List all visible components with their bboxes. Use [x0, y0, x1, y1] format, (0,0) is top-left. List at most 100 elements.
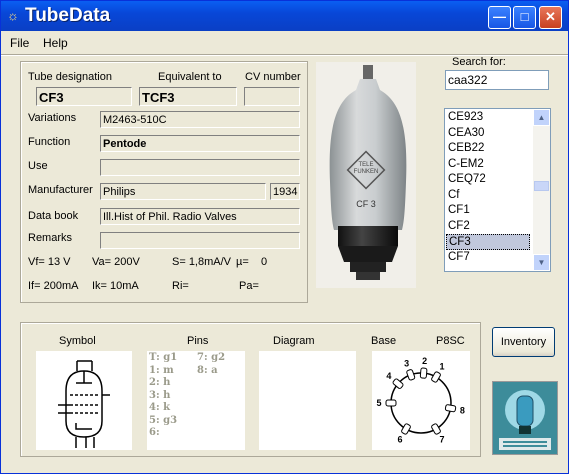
tube-brand-text: TELE: [358, 162, 373, 168]
maximize-icon: □: [520, 9, 529, 24]
pin-entry: 2: h: [149, 377, 171, 388]
remarks-label: Remarks: [28, 232, 73, 244]
close-button[interactable]: ✕: [539, 6, 562, 29]
pin-entry: 6:: [149, 427, 160, 438]
scroll-thumb[interactable]: [534, 181, 549, 191]
list-item[interactable]: CEA30: [446, 126, 530, 142]
list-item[interactable]: Cf: [446, 188, 530, 204]
base-pin-diagram: 1 2 3 4 5 6 7 8: [376, 356, 465, 444]
databook-label: Data book: [28, 210, 79, 222]
search-label: Search for:: [452, 56, 506, 68]
app-logo: [492, 381, 558, 455]
pin-entry: 1: m: [149, 364, 174, 376]
list-item[interactable]: CEB22: [446, 141, 530, 157]
va-value: Va= 200V: [92, 256, 140, 268]
mu-value: 0: [261, 256, 268, 268]
pin-entry: 4: k: [149, 402, 171, 413]
year-field[interactable]: 1934: [270, 183, 300, 200]
list-item[interactable]: CF3: [446, 234, 530, 250]
svg-text:FUNKEN: FUNKEN: [354, 169, 379, 175]
mu-label: µ=: [236, 256, 249, 268]
base-pin-number: 3: [404, 359, 409, 369]
list-item[interactable]: CF1: [446, 203, 530, 219]
variations-field[interactable]: M2463-510C: [100, 111, 300, 128]
bulb-icon: ☼: [7, 8, 19, 23]
cv-number-label: CV number: [245, 71, 301, 83]
menu-bar: File Help: [1, 32, 568, 54]
base-pin: [431, 371, 441, 383]
base-pin-number: 5: [376, 398, 381, 408]
if-value: If= 200mA: [28, 280, 79, 292]
pin-entry: T: g1: [149, 352, 178, 363]
base-panel: 1 2 3 4 5 6 7 8: [372, 351, 470, 450]
list-item[interactable]: CEQ72: [446, 172, 530, 188]
details-group: Tube designation Equivalent to CV number…: [20, 61, 308, 303]
tube-list-items: CE923 CEA30 CEB22 C-EM2 CEQ72 Cf CF1 CF2 CF3 CF7: [446, 110, 530, 265]
title-bar[interactable]: ☼ TubeData — □ ✕: [1, 1, 568, 31]
function-label: Function: [28, 136, 71, 148]
pins-column-1: T: g1 1: m 2: h 3: h 4: k 5: g3 6:: [149, 352, 177, 440]
list-item[interactable]: CF2: [446, 219, 530, 235]
chevron-up-icon: ▲: [537, 113, 546, 122]
s-value: S= 1,8mA/V: [172, 256, 232, 268]
base-pin: [406, 369, 416, 381]
base-pin-number: 4: [386, 371, 391, 381]
tube-list[interactable]: CE923 CEA30 CEB22 C-EM2 CEQ72 Cf CF1 CF2 CF3 CF7 …: [444, 108, 551, 272]
base-pin-number: 2: [422, 356, 427, 366]
bottom-group: Symbol Pins Diagram Base P8SC T: g1 1: m…: [20, 322, 481, 457]
symbol-label: Symbol: [59, 335, 96, 347]
chevron-down-icon: ▼: [537, 258, 546, 267]
scroll-down-button[interactable]: ▼: [533, 254, 550, 271]
pin-entry: 3: h: [149, 389, 171, 401]
window-title: TubeData: [25, 5, 111, 26]
manufacturer-label: Manufacturer: [28, 184, 93, 196]
pa-value: Pa=: [239, 280, 259, 292]
databook-field[interactable]: Ill.Hist of Phil. Radio Valves: [100, 208, 300, 225]
tube-designation-label: Tube designation: [28, 71, 112, 83]
base-pin: [401, 423, 411, 435]
function-field[interactable]: Pentode: [100, 135, 300, 152]
remarks-field[interactable]: [100, 232, 300, 249]
tube-marking: CF 3: [356, 199, 376, 209]
equivalent-label: Equivalent to: [158, 71, 222, 83]
minimize-icon: —: [493, 9, 506, 24]
diagram-panel: [259, 351, 356, 450]
use-field[interactable]: [100, 159, 300, 176]
menu-file[interactable]: File: [10, 36, 29, 50]
equivalent-field[interactable]: TCF3: [139, 87, 237, 106]
vf-value: Vf= 13 V: [28, 256, 71, 268]
base-pin-number: 1: [439, 362, 444, 372]
base-pin: [419, 367, 428, 379]
tube-designation-field[interactable]: CF3: [36, 87, 132, 106]
maximize-button[interactable]: □: [513, 6, 536, 29]
search-input[interactable]: caa322: [445, 70, 549, 90]
main-window: ☼ TubeData — □ ✕ File Help Tube designat…: [0, 0, 569, 474]
base-pin-number: 6: [397, 434, 402, 444]
pin-entry: 5: g3: [149, 414, 178, 426]
base-pin: [444, 404, 457, 413]
menu-help[interactable]: Help: [43, 36, 68, 50]
list-item[interactable]: C-EM2: [446, 157, 530, 173]
ri-value: Ri=: [172, 280, 189, 292]
base-pin: [431, 423, 441, 435]
minimize-button[interactable]: —: [488, 6, 511, 29]
pin-entry: 7: g2: [197, 352, 226, 363]
manufacturer-field[interactable]: Philips: [100, 183, 266, 200]
tube-photo: TELE FUNKEN CF 3: [316, 62, 416, 288]
pins-column-2: 7: g2 8: a: [197, 352, 225, 377]
base-pin-number: 7: [439, 434, 444, 444]
cv-number-field[interactable]: [244, 87, 300, 106]
list-item[interactable]: CF7: [446, 250, 530, 266]
base-pin: [385, 399, 397, 407]
symbol-panel: [36, 351, 132, 450]
pins-panel: T: g1 1: m 2: h 3: h 4: k 5: g3 6: 7: g2 8: a: [147, 351, 245, 450]
inventory-button[interactable]: Inventory: [492, 327, 555, 357]
list-item[interactable]: CE923: [446, 110, 530, 126]
base-type-label: P8SC: [436, 335, 465, 347]
ik-value: Ik= 10mA: [92, 280, 139, 292]
list-scrollbar[interactable]: ▲ ▼: [533, 109, 550, 271]
base-pin-number: 8: [460, 405, 465, 415]
scroll-up-button[interactable]: ▲: [533, 109, 550, 126]
pins-label: Pins: [187, 335, 209, 347]
base-label: Base: [371, 335, 397, 347]
